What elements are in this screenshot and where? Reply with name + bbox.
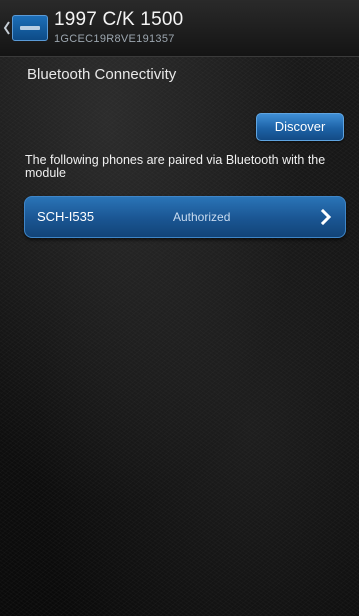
vehicle-title: 1997 C/K 1500: [54, 9, 184, 30]
header-bar: 1997 C/K 1500 1GCEC19R8VE191357: [0, 0, 359, 57]
screen: 1997 C/K 1500 1GCEC19R8VE191357 Bluetoot…: [0, 0, 359, 616]
device-status: Authorized: [173, 210, 231, 224]
paired-device-row[interactable]: SCH-I535 Authorized: [24, 196, 346, 238]
vehicle-logo-icon: [12, 15, 48, 41]
page-title: Bluetooth Connectivity: [27, 66, 177, 83]
chevron-left-icon[interactable]: [3, 20, 10, 36]
discover-button[interactable]: Discover: [256, 113, 344, 141]
paired-description: The following phones are paired via Blue…: [25, 153, 326, 180]
vehicle-vin: 1GCEC19R8VE191357: [54, 33, 175, 45]
device-name: SCH-I535: [37, 209, 95, 224]
chevron-right-icon: [320, 208, 332, 226]
